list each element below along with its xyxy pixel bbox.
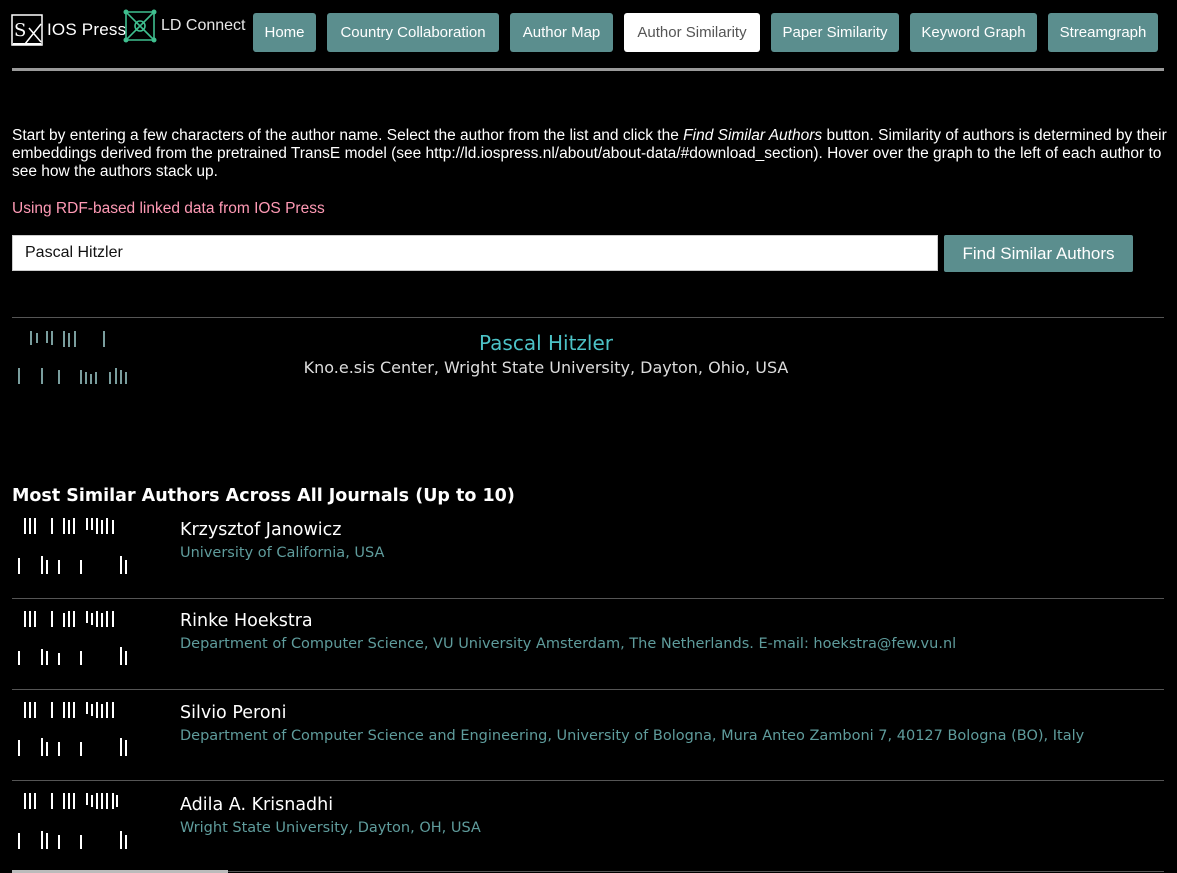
similar-author-bars xyxy=(18,611,127,665)
nav-home[interactable]: Home xyxy=(253,13,316,52)
similar-author-name[interactable]: Adila A. Krisnadhi xyxy=(180,795,333,815)
similar-author-bars xyxy=(18,702,127,756)
similar-author-bars xyxy=(18,518,127,574)
similar-author-bars xyxy=(18,793,127,849)
similar-author-graph[interactable] xyxy=(0,781,140,861)
header-divider xyxy=(12,68,1164,71)
ld-connect-logo-text: LD Connect xyxy=(161,17,246,34)
nav-streamgraph[interactable]: Streamgraph xyxy=(1048,13,1158,52)
similar-author-name[interactable]: Krzysztof Janowicz xyxy=(180,520,341,540)
similar-authors-heading: Most Similar Authors Across All Journals… xyxy=(12,486,515,506)
similar-author-row: Rinke Hoekstra Department of Computer Sc… xyxy=(0,599,1177,689)
selected-author-divider xyxy=(12,317,1164,318)
similar-author-graph[interactable] xyxy=(0,508,140,588)
nav-keyword-graph[interactable]: Keyword Graph xyxy=(910,13,1037,52)
intro-text: Start by entering a few characters of th… xyxy=(12,127,1172,181)
similar-author-graph[interactable] xyxy=(0,690,140,770)
author-search-input[interactable] xyxy=(12,235,938,271)
similar-author-affiliation: Department of Computer Science and Engin… xyxy=(180,728,1085,744)
similar-author-affiliation: Department of Computer Science, VU Unive… xyxy=(180,636,957,652)
intro-text-emphasis: Find Similar Authors xyxy=(683,127,823,144)
similar-author-row: Silvio Peroni Department of Computer Sci… xyxy=(0,690,1177,780)
similar-author-affiliation: University of California, USA xyxy=(180,545,385,561)
nav-author-similarity[interactable]: Author Similarity xyxy=(624,13,760,52)
nav-author-map[interactable]: Author Map xyxy=(510,13,613,52)
selected-author-name[interactable]: Pascal Hitzler xyxy=(0,331,1092,355)
header: S IOS Press LD Connect Home Country Coll… xyxy=(0,0,1177,72)
similar-author-name[interactable]: Silvio Peroni xyxy=(180,703,287,723)
similar-author-graph[interactable] xyxy=(0,599,140,679)
ld-connect-logo[interactable]: LD Connect xyxy=(122,8,246,44)
selected-author-affiliation: Kno.e.sis Center, Wright State Universit… xyxy=(303,358,789,377)
similar-author-affiliation: Wright State University, Dayton, OH, USA xyxy=(180,820,481,836)
nav-country-collaboration[interactable]: Country Collaboration xyxy=(327,13,499,52)
nav-paper-similarity[interactable]: Paper Similarity xyxy=(771,13,899,52)
similar-author-name[interactable]: Rinke Hoekstra xyxy=(180,611,313,631)
similar-author-row: Krzysztof Janowicz University of Califor… xyxy=(0,508,1177,598)
find-similar-authors-button[interactable]: Find Similar Authors xyxy=(944,235,1133,272)
similar-author-row: Adila A. Krisnadhi Wright State Universi… xyxy=(0,781,1177,871)
